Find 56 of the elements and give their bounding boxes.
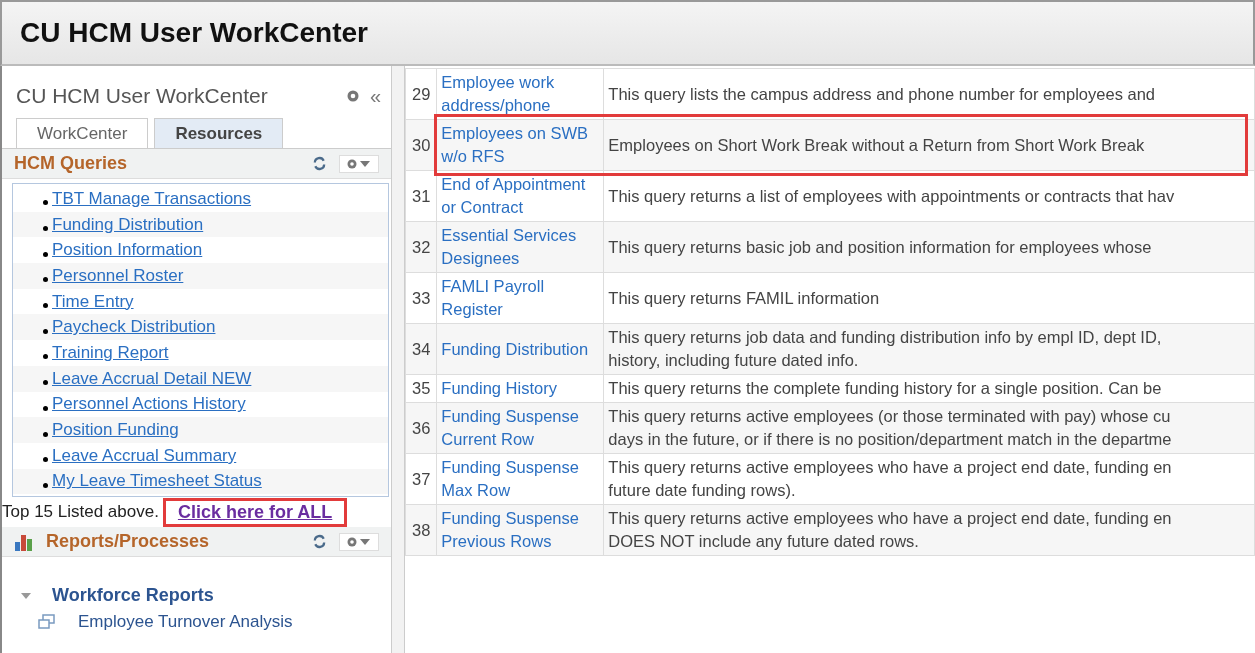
row-number: 32	[405, 221, 437, 273]
query-link[interactable]: Leave Accrual Summary	[52, 445, 237, 466]
refresh-icon[interactable]	[312, 156, 327, 171]
section-title: HCM Queries	[14, 153, 129, 174]
tab[interactable]: WorkCenter	[16, 118, 149, 148]
description-cell: This query returns FAMIL information	[603, 272, 1255, 324]
description-cell: This query returns a list of employees with appointments or contracts that hav	[603, 170, 1255, 222]
row-number: 33	[405, 272, 437, 324]
options-menu-button[interactable]	[339, 532, 379, 551]
row-number: 29	[405, 68, 437, 120]
row-number: 34	[405, 323, 437, 375]
gear-caret-icon	[346, 157, 372, 170]
description-cell: This query returns active employees who have a project end date, funding en DOES NOT include any future dated rows.	[603, 504, 1255, 556]
bullet-icon	[43, 354, 48, 360]
query-link[interactable]: TBT Manage Transactions	[52, 188, 252, 209]
row-number: 37	[405, 453, 437, 505]
bullet-icon	[43, 200, 48, 206]
collapse-button[interactable]: «	[369, 84, 381, 108]
description-cell: This query returns basic job and position information for employees whose	[603, 221, 1255, 273]
tree-node[interactable]: Workforce Reports	[52, 585, 214, 607]
bullet-icon	[43, 251, 48, 257]
row-number: 38	[405, 504, 437, 556]
section-title: Reports/Processes	[46, 531, 211, 553]
panel-title: CU HCM User WorkCenter	[16, 84, 269, 108]
bullet-icon	[43, 457, 48, 463]
show-all-link[interactable]: Click here for ALL	[162, 497, 348, 527]
bar-chart-icon	[14, 532, 34, 551]
row-number: 31	[405, 170, 437, 222]
description-cell: This query returns the complete funding history for a single position. Can be	[603, 374, 1255, 403]
bullet-icon	[43, 328, 48, 334]
query-link[interactable]: Time Entry	[52, 291, 134, 312]
query-link[interactable]: Training Report	[52, 342, 169, 363]
bullet-icon	[43, 482, 48, 488]
query-link[interactable]: Personnel Actions History	[52, 394, 246, 415]
settings-icon	[345, 89, 360, 103]
description-cell: This query returns job data and funding distribution info by empl ID, dept ID, history, including future dated info.	[603, 323, 1255, 375]
description-cell: This query returns active employees (or those terminated with pay) whose cu days in the future, or if there is no position/department match in the departme	[603, 402, 1255, 454]
footer-text: Top 15 Listed above.	[2, 502, 159, 523]
gear-caret-icon	[346, 535, 372, 548]
bullet-icon	[43, 303, 48, 309]
refresh-icon[interactable]	[312, 534, 327, 550]
query-link[interactable]: Position Information	[52, 240, 203, 261]
row-number: 36	[405, 402, 437, 454]
bullet-icon	[43, 380, 48, 386]
description-cell: This query returns active employees who have a project end date, funding en future date funding rows).	[603, 453, 1255, 505]
bullet-icon	[43, 405, 48, 411]
row-number: 30	[405, 119, 437, 171]
tree-item[interactable]: Employee Turnover Analysis	[78, 612, 293, 633]
bullet-icon	[43, 277, 48, 283]
options-menu-button[interactable]	[339, 154, 379, 173]
page-title: CU HCM User WorkCenter	[20, 17, 368, 49]
bullet-icon	[43, 226, 48, 232]
window-icon	[38, 614, 56, 631]
tab[interactable]: Resources	[154, 118, 284, 148]
row-number: 35	[405, 374, 437, 403]
bullet-icon	[43, 431, 48, 437]
